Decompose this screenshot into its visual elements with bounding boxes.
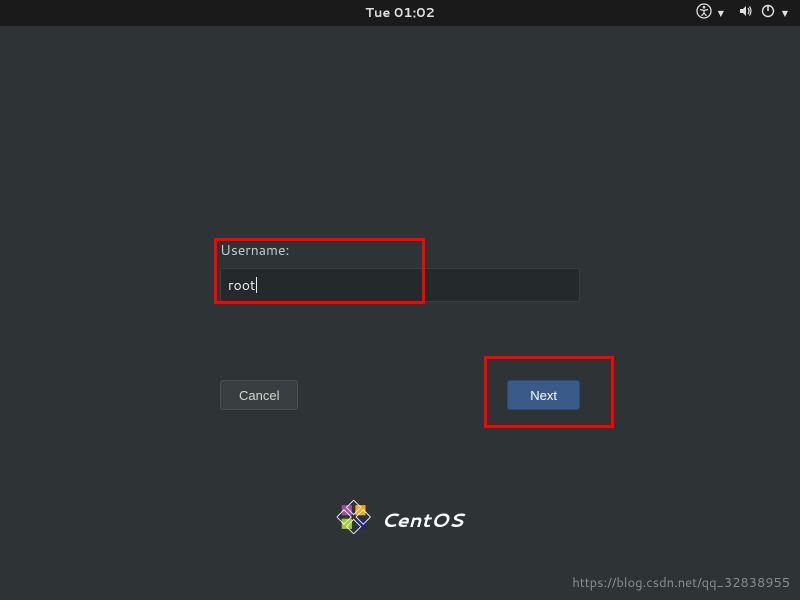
branding: CentOS [337, 500, 464, 540]
topbar-right: ▼ ▼ [588, 3, 788, 24]
accessibility-menu[interactable]: ▼ [696, 3, 724, 24]
button-row: Cancel Next [220, 380, 580, 410]
chevron-down-icon: ▼ [718, 9, 724, 17]
username-label: Username: [220, 240, 580, 260]
watermark: https://blog.csdn.net/qq_32838955 [572, 574, 790, 592]
login-form: Username: root [220, 240, 580, 302]
top-bar: Tue 01:02 ▼ ▼ [0, 0, 800, 26]
clock[interactable]: Tue 01:02 [365, 4, 435, 22]
username-input[interactable] [220, 268, 580, 302]
next-button[interactable]: Next [507, 380, 580, 410]
cancel-button[interactable]: Cancel [220, 380, 298, 410]
brand-name: CentOS [381, 506, 464, 534]
volume-icon [738, 3, 754, 24]
centos-logo-icon [337, 500, 371, 540]
system-menu[interactable]: ▼ [738, 3, 788, 24]
accessibility-icon [696, 3, 712, 24]
username-input-wrapper: root [220, 268, 580, 302]
power-icon [760, 3, 776, 24]
chevron-down-icon: ▼ [782, 9, 788, 17]
